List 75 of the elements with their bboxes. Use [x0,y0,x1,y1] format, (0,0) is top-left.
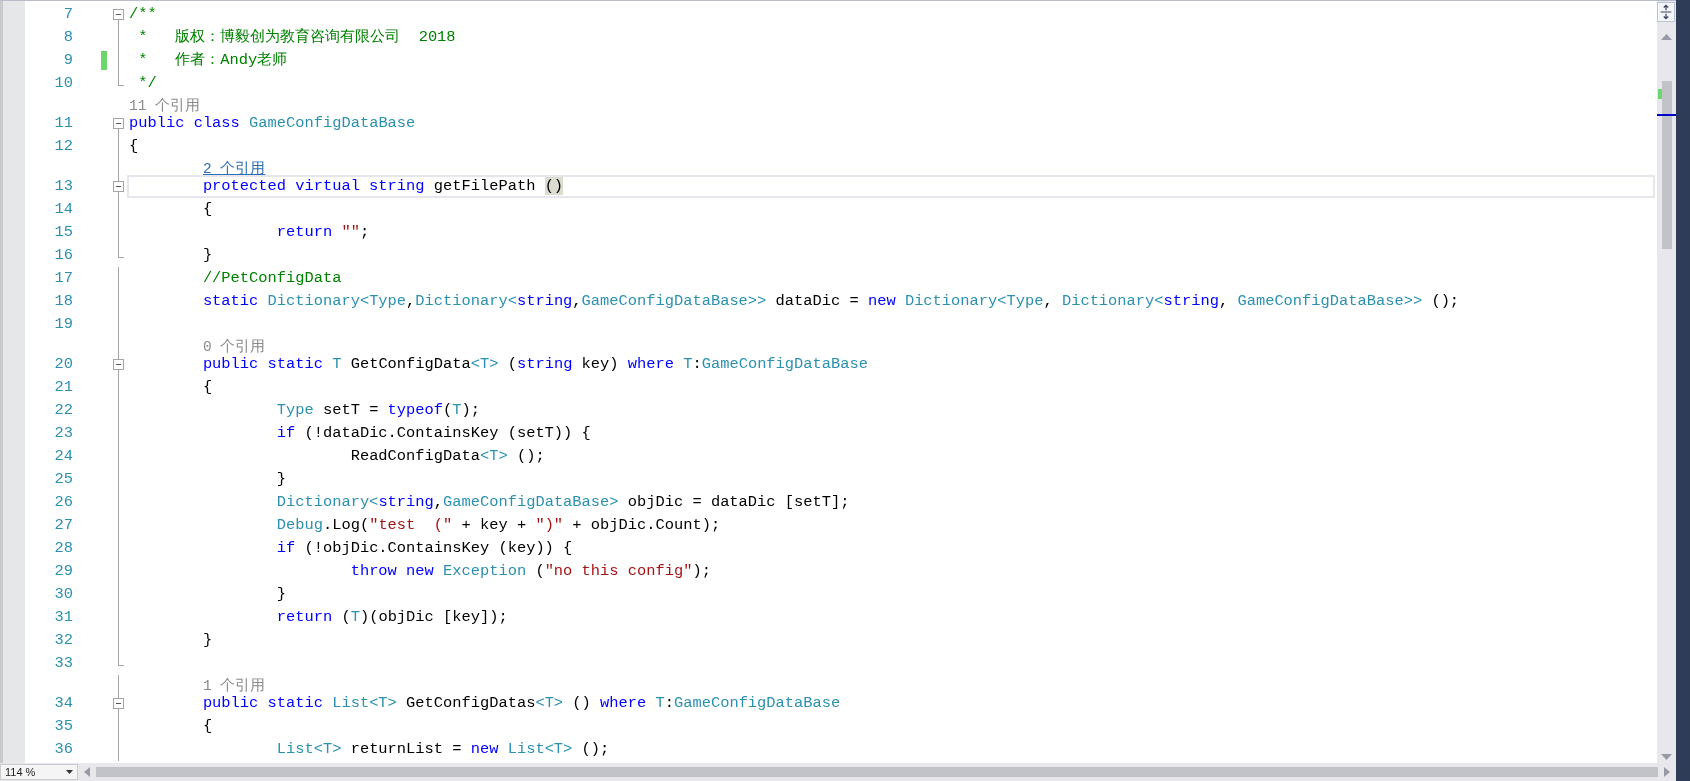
code-line: List<T> returnList = new List<T> (); [276,740,610,759]
code-line: { [202,378,213,397]
line-number: 27 [54,516,73,534]
code-line: static Dictionary<Type,Dictionary<string,GameConfigDataBase>> dataDic = new Dictionary<Type, Dictionary<string, GameConfigDataBase>> (); [202,292,1460,311]
line-number: 18 [54,292,73,310]
line-number: 30 [54,585,73,603]
code-line: */ [137,74,157,93]
scrollbar-thumb[interactable] [96,767,1658,777]
reference-count-link[interactable]: 2 个引用 [202,161,266,178]
line-number: 29 [54,562,73,580]
split-window-icon[interactable] [1657,2,1675,22]
line-number: 19 [54,315,73,333]
line-number: 13 [54,177,73,195]
caret-icon [66,770,73,774]
code-line: Dictionary<string,GameConfigDataBase> objDic = dataDic [setT]; [276,493,850,512]
line-number: 15 [54,223,73,241]
code-line: Debug.Log("test (" + key + ")" + objDic.Count); [276,516,721,535]
line-number: 28 [54,539,73,557]
code-line: /** [129,5,157,24]
code-line: public static List<T> GetConfigDatas<T> () where T:GameConfigDataBase [202,694,841,713]
line-number: 35 [54,717,73,735]
reference-count-link[interactable]: 0 个引用 [202,339,266,356]
line-number: 16 [54,246,73,264]
line-number: 21 [54,378,73,396]
code-line: { [202,717,213,736]
line-number: 36 [54,740,73,758]
line-number: 20 [54,355,73,373]
line-number: 12 [54,137,73,155]
collapse-icon[interactable] [113,359,124,370]
collapse-icon[interactable] [113,698,124,709]
code-line: public static T GetConfigData<T> (string key) where T:GameConfigDataBase [202,355,868,374]
line-number: 9 [63,51,73,69]
code-line: if (!dataDic.ContainsKey (setT)) { [276,424,591,443]
code-line: } [276,585,286,604]
caret-position-marker [1657,114,1676,116]
code-line: return ""; [276,223,370,242]
line-number: 10 [54,74,73,92]
collapse-icon[interactable] [113,181,124,192]
reference-count-link[interactable]: 11 个引用 [129,98,201,115]
code-line: ReadConfigData<T> (); [350,447,545,466]
code-line: } [276,470,286,489]
change-marker [1658,89,1662,99]
code-line: throw new Exception ("no this config"); [350,562,711,581]
reference-count-link[interactable]: 1 个引用 [202,678,266,695]
code-line: return (T)(objDic [key]); [276,608,508,627]
line-number: 17 [54,269,73,287]
code-line: * 作者：Andy老师 [137,51,288,70]
line-number: 31 [54,608,73,626]
outline-line [118,675,119,698]
collapse-icon[interactable] [113,9,124,20]
line-number: 33 [54,654,73,672]
code-line: Type setT = typeof(T); [276,401,480,420]
code-line: } [202,631,213,650]
collapse-icon[interactable] [113,118,124,129]
line-number: 26 [54,493,73,511]
scrollbar-thumb[interactable] [1662,81,1672,249]
line-number: 23 [54,424,73,442]
line-number: 25 [54,470,73,488]
line-number: 11 [54,114,73,132]
line-number: 24 [54,447,73,465]
line-number: 34 [54,694,73,712]
code-line: public class GameConfigDataBase [129,114,416,133]
code-line: * 版权：博毅创为教育咨询有限公司 2018 [137,28,456,47]
line-number: 22 [54,401,73,419]
line-number: 7 [63,5,73,23]
code-line: //PetConfigData [202,269,342,288]
code-line: if (!objDic.ContainsKey (key)) { [276,539,573,558]
code-line: { [129,137,139,156]
line-number: 14 [54,200,73,218]
zoom-dropdown[interactable]: 114 % [0,764,78,780]
line-number: 8 [63,28,73,46]
code-line: protected virtual string getFilePath () [202,177,564,196]
line-number: 32 [54,631,73,649]
code-line: { [202,200,213,219]
code-line: } [202,246,213,265]
